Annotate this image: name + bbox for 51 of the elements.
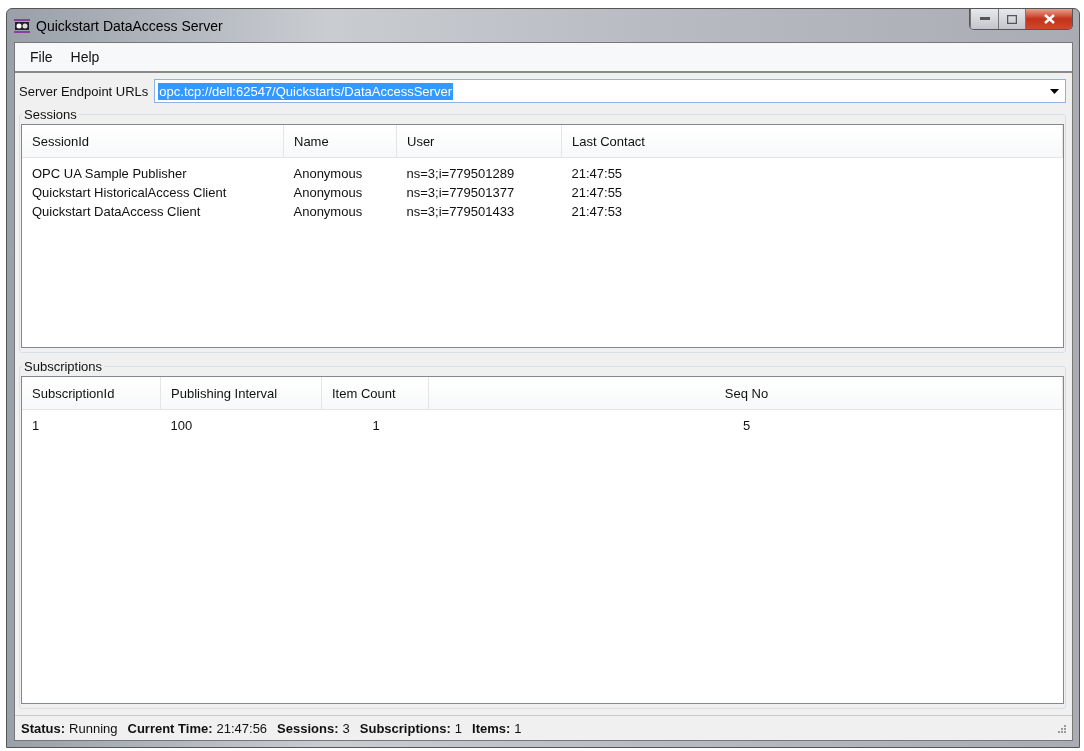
app-logo-icon [14, 18, 30, 33]
table-cell: 21:47:55 [571, 166, 623, 181]
table-cell: Anonymous [293, 166, 363, 181]
table-cell: 1 [372, 418, 380, 433]
table-cell: 1 [32, 418, 40, 433]
status-value: 1 [454, 720, 462, 736]
column-header[interactable]: Last Contact [561, 125, 1063, 158]
column-header[interactable]: Item Count [321, 377, 429, 410]
column-header[interactable]: Publishing Interval [160, 377, 322, 410]
group-title: Subscriptions [23, 359, 104, 374]
column-header[interactable]: SubscriptionId [22, 377, 161, 410]
table-cell: 21:47:53 [571, 204, 623, 219]
table-cell: ns=3;i=779501433 [406, 204, 515, 219]
maximize-icon [1007, 14, 1017, 24]
status-value: Running [69, 720, 118, 736]
group-title: Sessions [23, 107, 78, 122]
menu-item[interactable]: File [21, 46, 62, 68]
column-header[interactable]: Name [283, 125, 397, 158]
table-cell: ns=3;i=779501289 [406, 166, 515, 181]
table-cell: Anonymous [293, 185, 363, 200]
status-value: 3 [342, 720, 350, 736]
close-button[interactable] [1025, 9, 1072, 29]
menu-item[interactable]: Help [61, 46, 109, 68]
column-header[interactable]: User [396, 125, 562, 158]
column-header[interactable]: Seq No [428, 377, 1063, 410]
table-cell: Anonymous [293, 204, 363, 219]
minimize-icon [979, 17, 990, 21]
status-value: 1 [514, 720, 522, 736]
status-label: Sessions: [277, 720, 339, 736]
table-cell: Quickstart DataAccess Client [32, 204, 201, 219]
dropdown-caret-icon[interactable] [1050, 88, 1059, 94]
list-view[interactable] [21, 124, 1064, 348]
close-icon [1043, 14, 1055, 24]
status-label: Current Time: [127, 720, 213, 736]
list-view[interactable]: SubscriptionId Publishing Interval Item Count Seq No 1 100 1 5 [21, 376, 1064, 704]
column-header[interactable]: SessionId [22, 125, 284, 158]
window-title: Quickstart DataAccess Server [36, 17, 223, 34]
resize-grip-icon[interactable] [1056, 723, 1066, 733]
table-cell: 21:47:55 [571, 185, 623, 200]
table-cell: 5 [742, 418, 751, 433]
minimize-button[interactable] [970, 9, 998, 29]
status-label: Status: [21, 720, 66, 736]
table-cell: 100 [170, 418, 193, 433]
status-label: Items: [472, 720, 511, 736]
maximize-button[interactable] [998, 9, 1025, 29]
table-cell: OPC UA Sample Publisher [32, 166, 187, 181]
status-value: 21:47:56 [216, 720, 268, 736]
field-label: Server Endpoint URLs [19, 83, 149, 99]
status-label: Subscriptions: [359, 720, 451, 736]
table-cell: Quickstart HistoricalAccess Client [32, 185, 227, 200]
table-cell: ns=3;i=779501377 [406, 185, 515, 200]
